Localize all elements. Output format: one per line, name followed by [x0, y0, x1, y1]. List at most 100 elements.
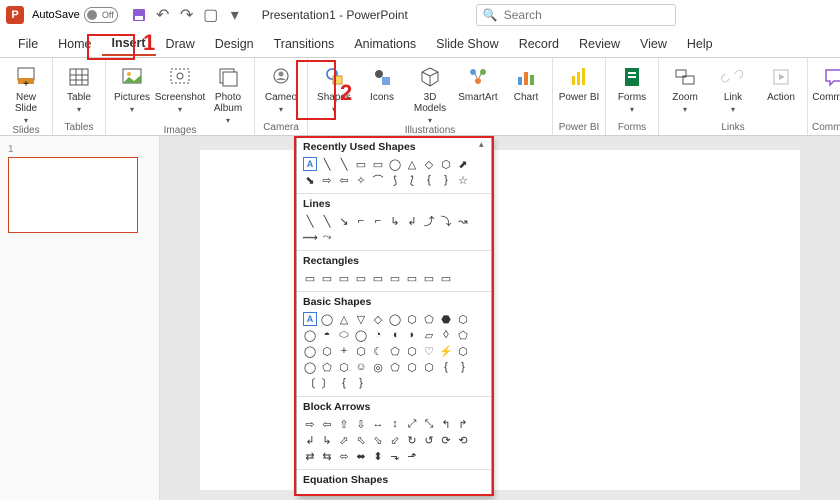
- shape-item[interactable]: ╲: [303, 214, 317, 228]
- toggle-switch[interactable]: Off: [84, 7, 118, 23]
- shape-item[interactable]: ⤡: [422, 417, 436, 431]
- tab-help[interactable]: Help: [677, 33, 723, 55]
- shape-item[interactable]: 〔: [303, 376, 317, 390]
- shape-item[interactable]: ⬡: [320, 344, 334, 358]
- shape-item[interactable]: ◇: [371, 312, 385, 326]
- shape-item[interactable]: ⬈: [456, 157, 470, 171]
- shape-item[interactable]: ▭: [354, 157, 368, 171]
- shape-item[interactable]: △: [337, 312, 351, 326]
- shape-item[interactable]: ↲: [405, 214, 419, 228]
- shape-item[interactable]: ◯: [388, 157, 402, 171]
- shape-item[interactable]: ☆: [456, 173, 470, 187]
- shape-item[interactable]: ⇦: [320, 417, 334, 431]
- shape-item[interactable]: ⬄: [337, 449, 351, 463]
- shape-item[interactable]: ◯: [388, 312, 402, 326]
- 3d-models-button[interactable]: 3D Models▾: [408, 60, 452, 125]
- shape-item[interactable]: ↘: [337, 214, 351, 228]
- shape-item[interactable]: ⇩: [354, 417, 368, 431]
- shape-item[interactable]: ⬊: [303, 173, 317, 187]
- shape-item[interactable]: ⬍: [371, 449, 385, 463]
- shape-item[interactable]: ⤴: [422, 214, 436, 228]
- shape-item[interactable]: ▭: [439, 271, 453, 285]
- shape-item[interactable]: ⬃: [388, 433, 402, 447]
- shape-item[interactable]: }: [456, 360, 470, 374]
- shape-item[interactable]: ⤵: [439, 214, 453, 228]
- shape-item[interactable]: ◯: [303, 328, 317, 342]
- shape-item[interactable]: ◎: [371, 360, 385, 374]
- shape-item[interactable]: ↔: [371, 417, 385, 431]
- shape-item[interactable]: ⬠: [388, 344, 402, 358]
- search-input[interactable]: 🔍 Search: [476, 4, 676, 26]
- shape-item[interactable]: ╲: [320, 214, 334, 228]
- shape-item[interactable]: ⌐: [371, 214, 385, 228]
- smartart-button[interactable]: SmartArt: [456, 60, 500, 103]
- table-button[interactable]: Table▾: [57, 60, 101, 114]
- shape-item[interactable]: ⬡: [439, 157, 453, 171]
- pictures-button[interactable]: Pictures▾: [110, 60, 154, 114]
- shape-item[interactable]: ◊: [439, 328, 453, 342]
- shape-item[interactable]: ⇦: [337, 173, 351, 187]
- shape-item[interactable]: ↝: [456, 214, 470, 228]
- redo-icon[interactable]: ↷: [180, 8, 194, 22]
- shape-item[interactable]: A: [303, 312, 317, 326]
- shape-item[interactable]: ⇨: [303, 417, 317, 431]
- link-button[interactable]: Link▾: [711, 60, 755, 114]
- shape-item[interactable]: ⬠: [388, 360, 402, 374]
- shape-item[interactable]: ◗: [405, 328, 419, 342]
- shape-item[interactable]: ▭: [320, 271, 334, 285]
- shape-item[interactable]: ▱: [422, 328, 436, 342]
- shape-item[interactable]: ⬌: [354, 449, 368, 463]
- tab-slide-show[interactable]: Slide Show: [426, 33, 509, 55]
- photo-album-button[interactable]: Photo Album▾: [206, 60, 250, 125]
- shape-item[interactable]: {: [439, 360, 453, 374]
- tab-draw[interactable]: Draw: [156, 33, 205, 55]
- shape-item[interactable]: ✧: [354, 173, 368, 187]
- shape-item[interactable]: ◓: [320, 328, 334, 342]
- shape-item[interactable]: ⟿: [303, 230, 317, 244]
- shape-item[interactable]: ⬭: [337, 328, 351, 342]
- shape-item[interactable]: ⤳: [320, 230, 334, 244]
- new-slide-button[interactable]: +New Slide▾: [4, 60, 48, 125]
- undo-icon[interactable]: ↶: [156, 8, 170, 22]
- shape-item[interactable]: ▭: [371, 157, 385, 171]
- shape-item[interactable]: ⇆: [320, 449, 334, 463]
- forms-button[interactable]: Forms▾: [610, 60, 654, 114]
- shape-item[interactable]: ⇧: [337, 417, 351, 431]
- tab-view[interactable]: View: [630, 33, 677, 55]
- scroll-up-icon[interactable]: ▴: [479, 139, 489, 149]
- customize-qat-icon[interactable]: ▾: [228, 8, 242, 22]
- shape-item[interactable]: ↳: [320, 433, 334, 447]
- shape-item[interactable]: ⇄: [303, 449, 317, 463]
- screenshot-button[interactable]: Screenshot▾: [158, 60, 202, 114]
- shape-item[interactable]: ▭: [388, 271, 402, 285]
- tab-file[interactable]: File: [8, 33, 48, 55]
- shape-item[interactable]: ⚡: [439, 344, 453, 358]
- zoom-button[interactable]: Zoom▾: [663, 60, 707, 114]
- shape-item[interactable]: ↻: [405, 433, 419, 447]
- shape-item[interactable]: ↲: [303, 433, 317, 447]
- comment-button[interactable]: Comment: [812, 60, 840, 103]
- shape-item[interactable]: ⬎: [388, 449, 402, 463]
- shape-item[interactable]: ⬠: [320, 360, 334, 374]
- shape-item[interactable]: ◯: [354, 328, 368, 342]
- shape-item[interactable]: ▽: [354, 312, 368, 326]
- shape-item[interactable]: ▭: [303, 271, 317, 285]
- shape-item[interactable]: ◯: [303, 344, 317, 358]
- tab-design[interactable]: Design: [205, 33, 264, 55]
- shape-item[interactable]: ⤢: [405, 417, 419, 431]
- shape-item[interactable]: ▭: [422, 271, 436, 285]
- shape-item[interactable]: ☺: [354, 360, 368, 374]
- shape-item[interactable]: +: [337, 344, 351, 358]
- shape-item[interactable]: ↳: [388, 214, 402, 228]
- shape-item[interactable]: 〕: [320, 376, 334, 390]
- shape-item[interactable]: {: [422, 173, 436, 187]
- shapes-dropdown[interactable]: ▴ Recently Used ShapesA╲╲▭▭◯△◇⬡⬈⬊⇨⇦✧⌒⟆⟅{…: [296, 136, 492, 496]
- shape-item[interactable]: {: [337, 376, 351, 390]
- shape-item[interactable]: ▭: [337, 271, 351, 285]
- tab-transitions[interactable]: Transitions: [264, 33, 345, 55]
- tab-review[interactable]: Review: [569, 33, 630, 55]
- shape-item[interactable]: }: [354, 376, 368, 390]
- shape-item[interactable]: ⬠: [456, 328, 470, 342]
- shape-item[interactable]: ⟅: [405, 173, 419, 187]
- shape-item[interactable]: ⟆: [388, 173, 402, 187]
